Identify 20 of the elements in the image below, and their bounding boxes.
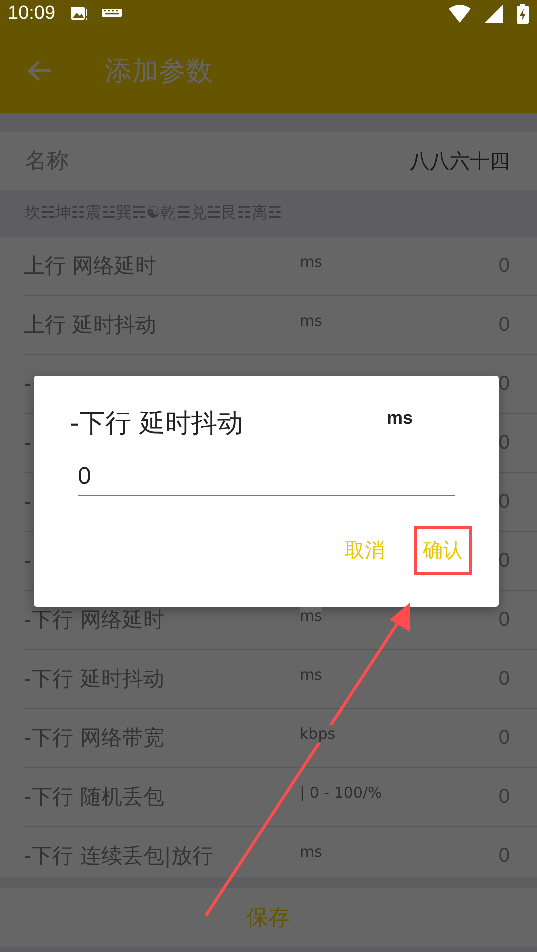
unit-label: kbps	[300, 725, 336, 743]
dialog-title: -下行 延时抖动	[70, 408, 245, 441]
input-field[interactable]: 0	[78, 459, 455, 496]
image-notification-icon	[70, 6, 88, 22]
parameter-label: -	[24, 490, 33, 514]
unit-label: | 0 - 100/%	[300, 784, 382, 802]
save-button[interactable]: 保存	[238, 898, 298, 936]
unit-label: ms	[387, 408, 414, 429]
parameter-label: -	[24, 372, 33, 396]
wifi-icon	[449, 5, 471, 23]
battery-icon	[517, 4, 529, 24]
dialog-button[interactable]: 确认	[414, 526, 472, 575]
status-time: 10:09	[8, 3, 56, 25]
dialog-button[interactable]: 取消	[336, 526, 394, 575]
back-arrow-icon[interactable]	[27, 60, 53, 82]
signal-icon	[485, 5, 503, 23]
parameter-label: -	[24, 431, 33, 455]
keyboard-icon	[102, 9, 122, 19]
page-title: 添加参数	[105, 54, 213, 88]
parameter-label: -	[24, 549, 33, 573]
